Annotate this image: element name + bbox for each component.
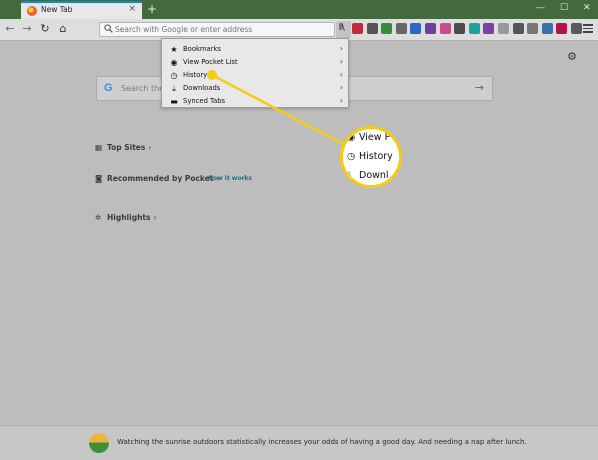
snippet-bar: Watching the sunrise outdoors statistica… [0,425,598,460]
laptop-icon: ▬ [170,97,178,106]
tab-title: New Tab [41,5,73,14]
library-menu-item-label: Bookmarks [183,45,221,53]
pocket-heading[interactable]: ◙ Recommended by Pocket › [95,174,219,183]
zoom-callout-row: ◉ View P [347,132,390,143]
top-sites-heading[interactable]: ▦ Top Sites › [95,143,151,152]
extension-12-icon[interactable] [571,23,582,34]
snippet-text: Watching the sunrise outdoors statistica… [117,438,527,446]
library-menu-item-label: Downloads [183,84,221,92]
chevron-right-icon: › [148,143,152,152]
google-logo-icon: G [104,82,113,94]
address-placeholder: Search with Google or enter address [115,25,253,34]
download-icon: ⤓ [172,84,176,93]
onenote-icon[interactable] [483,23,495,34]
extension-5-icon[interactable] [454,23,466,34]
reload-button[interactable]: ↻ [38,22,52,35]
tab-new-tab[interactable]: New Tab × [21,1,142,19]
grid-icon: ▦ [95,143,103,152]
clock-icon: ◷ [170,71,178,80]
info-icon[interactable] [395,23,407,34]
search-icon [104,24,113,33]
zoom-callout: ◉ View P ◷ History ⤓ Downl [340,126,402,188]
chevron-right-icon: › [339,44,343,53]
extension-11-icon[interactable] [556,23,568,34]
gear-icon[interactable]: ⚙ [567,50,577,63]
library-button[interactable]: ⫴\ [336,21,351,38]
forward-button[interactable]: → [20,22,34,35]
zoom-callout-label: View P [359,132,391,143]
highlights-label: Highlights [107,213,151,222]
maximize-button[interactable]: ☐ [560,3,568,13]
new-tab-button[interactable]: + [147,2,157,16]
how-it-works-link[interactable]: How it works [208,175,252,182]
pocket-heading-label: Recommended by Pocket [107,174,214,183]
library-icon: ⫴\ [339,23,345,33]
search-go-icon[interactable]: → [475,81,484,94]
pocket-icon[interactable] [352,23,363,34]
library-menu-item-downloads[interactable]: ⤓ Downloads › [162,82,348,95]
library-menu-item-label: History [183,71,208,79]
star-icon: ★ [170,45,178,54]
highlights-heading[interactable]: ✲ Highlights › [95,213,156,222]
chevron-right-icon: › [153,213,157,222]
sparkle-icon: ✲ [95,213,102,222]
tab-strip: New Tab × + — ☐ ✕ [0,0,598,19]
chevron-right-icon: › [339,57,343,66]
chevron-right-icon: › [339,83,343,92]
pocket-list-icon: ◉ [170,58,178,67]
pocket-heading-icon: ◙ [95,174,103,183]
library-menu-item-history[interactable]: ◷ History › [162,69,348,82]
close-tab-icon[interactable]: × [128,4,136,14]
extension-4-icon[interactable] [439,23,451,34]
extension-2-icon[interactable] [410,23,422,34]
extension-9-icon[interactable] [527,23,539,34]
sunrise-icon [89,433,109,453]
firefox-icon [27,6,37,16]
address-bar[interactable]: Search with Google or enter address [99,22,335,37]
zoom-callout-label: History [359,151,393,162]
library-menu-item-synced-tabs[interactable]: ▬ Synced Tabs › [162,95,348,108]
top-sites-label: Top Sites [107,143,146,152]
chevron-right-icon: › [339,96,343,105]
chevron-right-icon: › [339,70,343,79]
clock-icon: ◷ [347,151,356,162]
pocket-list-icon: ◉ [347,132,356,143]
extension-10-icon[interactable] [541,23,553,34]
home-button[interactable]: ⌂ [56,22,70,35]
library-menu-item-label: Synced Tabs [183,97,226,105]
library-menu-item-view-pocket-list[interactable]: ◉ View Pocket List › [162,56,348,69]
library-menu: ★ Bookmarks › ◉ View Pocket List › ◷ History › ⤓ D… [161,38,349,108]
close-window-button[interactable]: ✕ [583,3,591,13]
extension-6-icon[interactable] [468,23,480,34]
download-icon: ⤓ [347,170,352,181]
menu-icon[interactable] [583,22,593,35]
ad-block-icon[interactable] [381,23,393,34]
extension-7-icon[interactable] [498,23,509,34]
minimize-button[interactable]: — [536,3,545,13]
library-menu-item-bookmarks[interactable]: ★ Bookmarks › [162,43,348,56]
extension-1-icon[interactable] [366,23,378,34]
zoom-callout-row: ⤓ Downl [347,170,389,181]
zoom-callout-label: Downl [359,170,389,181]
zoom-callout-row: ◷ History [347,151,393,162]
extension-8-icon[interactable] [512,23,524,34]
back-button[interactable]: ← [3,22,17,35]
library-menu-item-label: View Pocket List [183,58,238,66]
extension-3-icon[interactable] [425,23,436,34]
